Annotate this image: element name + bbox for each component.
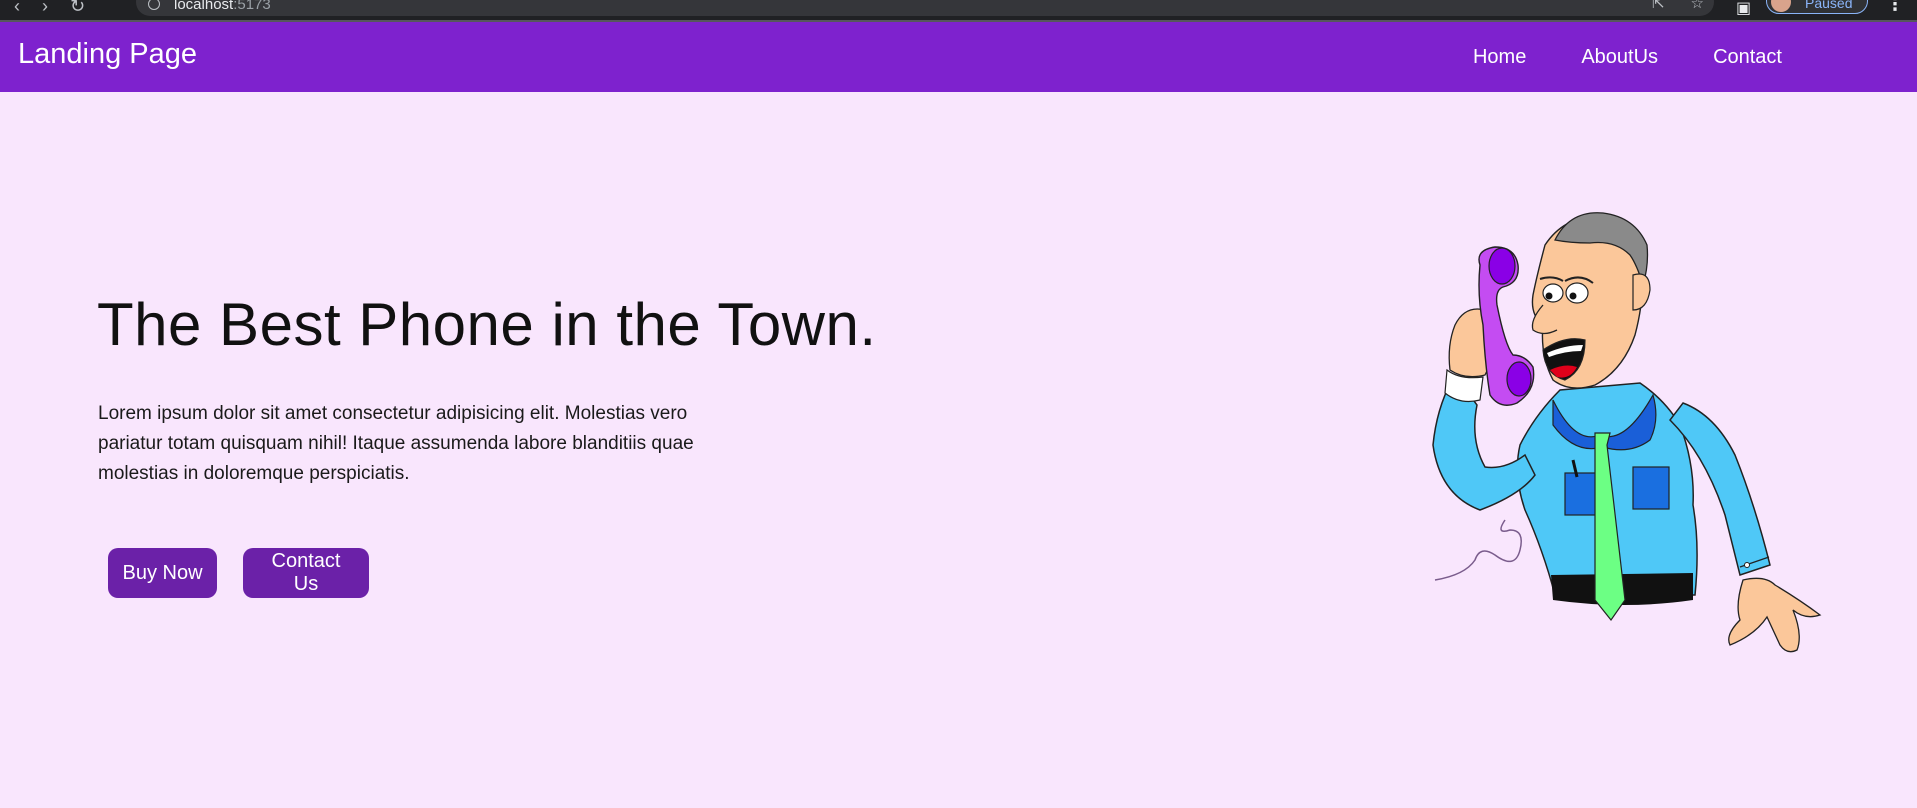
nav-links: Home AboutUs Contact (1473, 22, 1782, 92)
contact-us-button[interactable]: Contact Us (243, 548, 369, 598)
phone-earpiece (1488, 247, 1516, 285)
address-url[interactable]: localhost:5173 (174, 0, 271, 13)
avatar (1771, 0, 1791, 12)
forward-icon[interactable]: › (42, 0, 48, 17)
phone-cord (1434, 519, 1522, 581)
right-eye (1565, 282, 1589, 304)
profile-status: Paused (1805, 0, 1853, 11)
share-icon[interactable]: ⇱ (1652, 0, 1665, 12)
right-pocket (1632, 466, 1670, 510)
navbar: Landing Page Home AboutUs Contact (0, 22, 1917, 92)
nav-link-aboutus[interactable]: AboutUs (1581, 46, 1658, 69)
phone-mouthpiece (1506, 361, 1532, 397)
profile-button[interactable]: Paused (1766, 0, 1868, 14)
left-eye (1542, 283, 1564, 303)
back-icon[interactable]: ‹ (14, 0, 20, 17)
ear (1632, 273, 1651, 311)
browser-nav-buttons: ‹ › ↻ (14, 0, 85, 17)
bookmark-star-icon[interactable]: ☆ (1691, 0, 1704, 12)
url-port: :5173 (233, 0, 271, 13)
hero-description: Lorem ipsum dolor sit amet consectetur a… (98, 403, 694, 484)
site-info-icon[interactable] (148, 0, 160, 10)
extensions-icon[interactable]: ▣ (1736, 0, 1751, 18)
url-host: localhost (174, 0, 234, 13)
buy-now-button[interactable]: Buy Now (108, 548, 217, 598)
hero-title: The Best Phone in the Town. (97, 291, 877, 358)
nav-link-home[interactable]: Home (1473, 46, 1526, 69)
right-hand (1728, 577, 1822, 653)
man-on-phone-illustration (1432, 212, 1822, 653)
kebab-menu-icon[interactable]: ⋮ (1886, 0, 1904, 15)
nav-link-contact[interactable]: Contact (1713, 46, 1782, 69)
address-bar[interactable]: localhost:5173 ⇱ ☆ (136, 0, 1714, 16)
brand-title[interactable]: Landing Page (18, 38, 197, 71)
reload-icon[interactable]: ↻ (70, 0, 85, 17)
browser-toolbar: ‹ › ↻ localhost:5173 ⇱ ☆ ▣ Paused ⋮ (0, 0, 1917, 20)
